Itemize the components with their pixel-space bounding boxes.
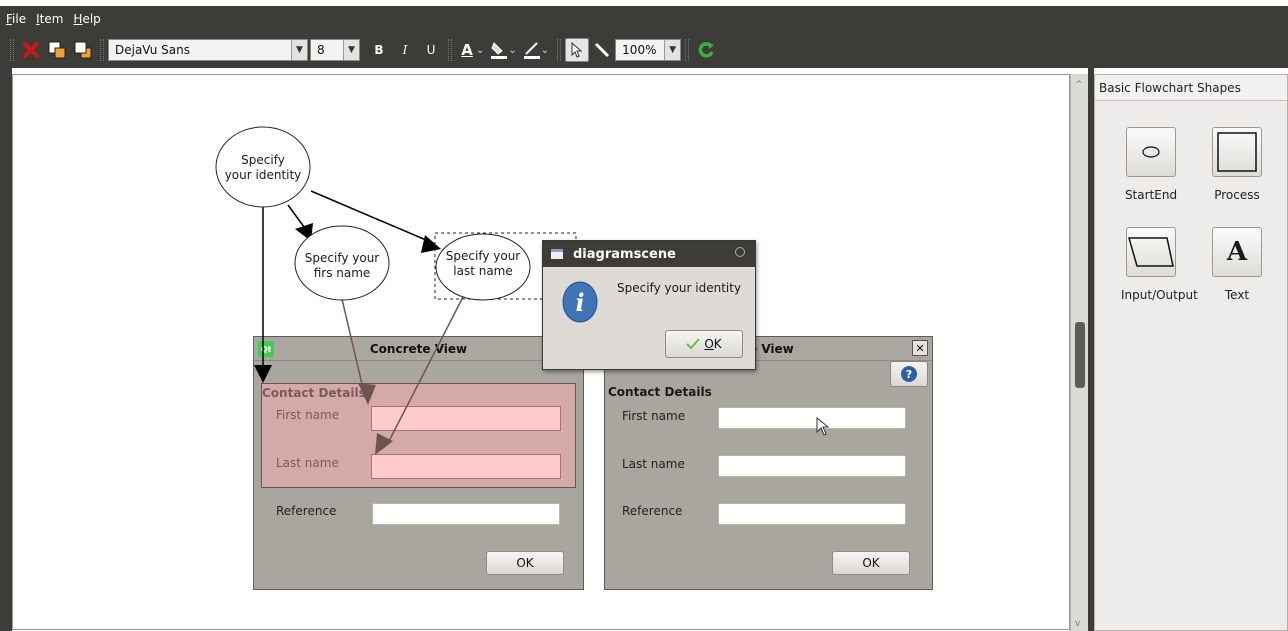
chevron-down-icon[interactable]: ⌄ bbox=[541, 45, 549, 56]
svg-text:i: i bbox=[575, 288, 584, 317]
scroll-up-icon[interactable]: ^ bbox=[1075, 80, 1083, 90]
arrow-lastname-to-field[interactable] bbox=[387, 296, 464, 444]
menu-file[interactable]: File bbox=[6, 12, 26, 26]
toolbar-grip[interactable] bbox=[100, 39, 104, 61]
tool-label: StartEnd bbox=[1124, 188, 1178, 202]
node-text-line: Specify your bbox=[445, 249, 521, 263]
tool-label: Input/Output bbox=[1121, 288, 1198, 302]
menu-help[interactable]: Help bbox=[73, 12, 100, 26]
tool-startend[interactable]: StartEnd bbox=[1121, 127, 1181, 202]
line-tool-icon[interactable] bbox=[589, 37, 615, 63]
arrowhead bbox=[254, 365, 272, 383]
tool-label: Process bbox=[1214, 188, 1260, 202]
arrowhead bbox=[358, 383, 376, 405]
chevron-down-icon[interactable]: ⌄ bbox=[508, 45, 516, 56]
node-text-line: your identity bbox=[224, 168, 302, 182]
message-box-title: diagramscene bbox=[573, 246, 676, 262]
node-text-line: Specify bbox=[241, 153, 285, 167]
toolbar-grip[interactable] bbox=[10, 39, 14, 61]
bold-button[interactable]: B bbox=[366, 37, 392, 63]
message-text: Specify your identity bbox=[617, 281, 742, 295]
node-firstname-text: Specify your firs name bbox=[292, 251, 392, 281]
toolbar-grip[interactable] bbox=[448, 39, 452, 61]
toolbar-grip[interactable] bbox=[557, 39, 562, 61]
tool-text[interactable]: A Text bbox=[1207, 227, 1267, 302]
text-color-glyph: A bbox=[461, 40, 473, 59]
chevron-down-icon[interactable]: ▼ bbox=[664, 40, 681, 60]
ok-rest: K bbox=[713, 337, 722, 351]
delete-icon[interactable] bbox=[18, 37, 44, 63]
window-frame-left bbox=[0, 68, 12, 631]
message-box-titlebar[interactable]: diagramscene bbox=[543, 241, 755, 267]
menu-item[interactable]: Item bbox=[36, 12, 63, 26]
node-text-line: firs name bbox=[313, 266, 371, 280]
rectangle-icon[interactable] bbox=[1212, 127, 1262, 177]
arrowhead bbox=[375, 433, 393, 455]
italic-button[interactable]: I bbox=[392, 37, 418, 63]
font-family-value: DejaVu Sans bbox=[115, 43, 190, 57]
tool-label: Text bbox=[1224, 288, 1250, 302]
diagram-canvas[interactable]: Qt Concrete View Contact Details First n… bbox=[12, 74, 1070, 630]
ok-mnemonic: O bbox=[704, 337, 714, 351]
bring-to-front-icon[interactable] bbox=[44, 37, 70, 63]
node-lastname-text: Specify your last name bbox=[433, 249, 533, 279]
message-ok-button[interactable]: OK bbox=[665, 330, 743, 358]
zoom-value: 100% bbox=[622, 43, 657, 57]
line-color-icon[interactable] bbox=[521, 37, 543, 63]
node-text-line: last name bbox=[453, 264, 513, 278]
parallelogram-icon[interactable] bbox=[1126, 227, 1176, 277]
zoom-select[interactable]: 100% ▼ bbox=[615, 39, 682, 61]
info-icon: i bbox=[562, 281, 598, 323]
pointer-icon[interactable] bbox=[565, 38, 590, 62]
underline-button[interactable]: U bbox=[418, 37, 444, 63]
vertical-scrollbar[interactable]: ^ v bbox=[1070, 74, 1088, 631]
chevron-down-icon[interactable]: ⌄ bbox=[476, 45, 484, 56]
tool-process[interactable]: Process bbox=[1207, 127, 1267, 202]
text-color-icon[interactable]: A bbox=[456, 37, 478, 63]
toolbar-grip[interactable] bbox=[685, 39, 690, 61]
toolbar: DejaVu Sans ▼ 8 ▼ B I U A ⌄ ⌄ ⌄ 100% ▼ bbox=[0, 32, 1288, 68]
text-glyph: A bbox=[1226, 237, 1248, 267]
node-text-line: Specify your bbox=[304, 251, 380, 265]
node-identity-text: Specify your identity bbox=[213, 153, 313, 183]
chevron-down-icon[interactable]: ▼ bbox=[343, 40, 359, 60]
mouse-cursor-icon bbox=[816, 417, 830, 436]
refresh-icon[interactable] bbox=[693, 37, 719, 63]
tool-input-output[interactable]: Input/Output bbox=[1121, 227, 1198, 302]
panel-title: Basic Flowchart Shapes bbox=[1095, 75, 1287, 101]
font-family-select[interactable]: DejaVu Sans ▼ bbox=[108, 39, 308, 61]
check-icon bbox=[686, 338, 701, 350]
font-size-value: 8 bbox=[317, 43, 325, 57]
chevron-down-icon[interactable]: ▼ bbox=[291, 40, 307, 60]
window-icon bbox=[551, 249, 563, 259]
menu-bar: File Item Help bbox=[0, 6, 1288, 32]
scrollbar-thumb[interactable] bbox=[1075, 322, 1085, 388]
send-to-back-icon[interactable] bbox=[70, 37, 96, 63]
shapes-panel: Basic Flowchart Shapes StartEnd Process … bbox=[1094, 74, 1288, 631]
text-icon[interactable]: A bbox=[1212, 227, 1262, 277]
font-size-select[interactable]: 8 ▼ bbox=[310, 39, 360, 61]
scroll-down-icon[interactable]: v bbox=[1075, 619, 1080, 629]
arrow-firstname-to-field[interactable] bbox=[341, 298, 366, 398]
fill-color-icon[interactable] bbox=[488, 37, 510, 63]
close-icon[interactable] bbox=[735, 247, 745, 257]
ellipse-icon[interactable] bbox=[1126, 127, 1176, 177]
message-box: diagramscene i Specify your identity OK bbox=[542, 240, 756, 370]
